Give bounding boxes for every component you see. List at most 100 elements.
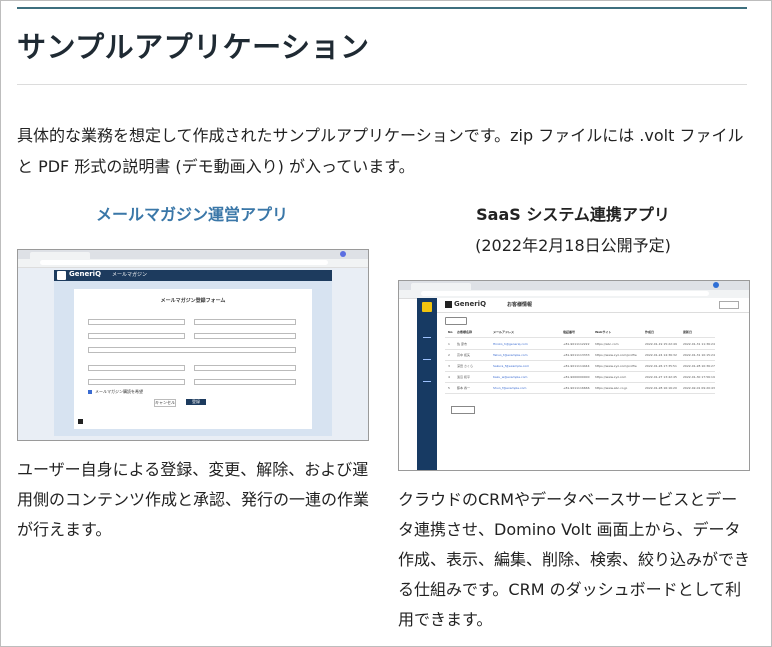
table-cell: 2022-01-31 10:15:24	[683, 353, 715, 357]
profile-icon	[340, 251, 346, 257]
country-select[interactable]	[88, 365, 185, 371]
form-title: メールマガジン登録フォーム	[160, 298, 226, 304]
column-header: No	[448, 330, 453, 334]
table-cell: 2022-01-28 16:16:20	[645, 386, 677, 390]
table-cell: +81-9011112222	[563, 342, 590, 346]
app-header: GeneriQ お客様情報	[437, 298, 749, 313]
customer-table: No お客様名称 メールアドレス 電話番号 Webサイト 作成日 更新日 1 佐 彦市 Hirok…	[445, 329, 715, 409]
app-release-date: (2022年2月18日公開予定)	[475, 236, 671, 255]
phone-field[interactable]	[194, 333, 296, 339]
nav-list-icon[interactable]	[423, 354, 431, 360]
table-cell: 2022-01-19 15:22:49	[645, 342, 677, 346]
name-field[interactable]	[88, 319, 185, 325]
table-row[interactable]: 4 渡辺 和平 Kazu_w@example.com +81-9000000000 ht…	[445, 374, 715, 383]
subscribe-checkbox[interactable]	[88, 390, 92, 394]
table-cell: 2022-01-26 17:35:51	[645, 364, 677, 368]
column-header: 電話番号	[563, 330, 576, 334]
browser-tab	[411, 283, 471, 290]
table-cell: +81-9000000000	[563, 375, 590, 379]
volt-logo-icon	[422, 302, 432, 312]
table-cell: 高中 拓矢	[457, 353, 470, 357]
saas-integration-description: クラウドのCRMやデータベースサービスとデータ連携させ、Domino Volt …	[398, 490, 751, 629]
app-title-saas-integration: SaaS システム連携アプリ	[476, 205, 670, 224]
table-cell: +81-9011113333	[563, 353, 590, 357]
table-cell: 藤本 春一	[457, 386, 470, 390]
table-cell: https://www.xyz.com/profile	[595, 364, 637, 368]
prefecture-select[interactable]	[194, 365, 296, 371]
table-row[interactable]: 2 高中 拓矢 Takuo_t@example.com +81-9011113333 h…	[445, 352, 715, 361]
city-field[interactable]	[88, 379, 185, 385]
nav-settings-icon[interactable]	[423, 376, 431, 382]
table-row[interactable]: 1 佐 彦市 Hiroko_h@generiq.com +81-9011112222 h…	[445, 341, 715, 350]
table-cell: 2022-01-31 11:36:24	[683, 342, 715, 346]
sidebar	[417, 298, 437, 470]
table-cell: 佐 彦市	[457, 342, 467, 346]
address-field	[421, 291, 709, 296]
app-title-mail-magazine[interactable]: メールマガジン運営アプリ	[17, 201, 367, 225]
table-cell: 2022-02-01 09:20:43	[683, 386, 715, 390]
form-card: メールマガジン登録フォーム メールマガジン購読を希望 キャンセル 登録	[74, 289, 312, 429]
top-accent-line	[17, 7, 747, 9]
table-cell: https://www.abc.co.jp	[595, 386, 628, 390]
table-cell: 2022-01-30 17:56:19	[683, 375, 715, 379]
intro-text: 具体的な業務を想定して作成されたサンプルアプリケーションです。zip ファイルに…	[17, 126, 744, 176]
title-divider	[17, 84, 747, 85]
table-cell: https://abc.com	[595, 342, 619, 346]
brand-label: GeneriQ	[454, 300, 487, 308]
address-input[interactable]	[88, 347, 296, 353]
page-title: サンプルアプリケーション	[17, 30, 370, 64]
brand-label: GeneriQ	[69, 270, 102, 278]
subscribe-checkbox-label: メールマガジン購読を希望	[95, 389, 143, 394]
brand-logo-icon	[445, 301, 452, 308]
profile-icon	[713, 282, 719, 288]
table-header-row: No お客様名称 メールアドレス 電話番号 Webサイト 作成日 更新日	[445, 329, 715, 338]
zip-field[interactable]	[194, 379, 296, 385]
table-cell: 深田 さくら	[457, 364, 473, 368]
address-field	[40, 260, 328, 265]
kana-field[interactable]	[194, 319, 296, 325]
table-row[interactable]: 3 深田 さくら Sakura_f@example.com +81-901111444…	[445, 363, 715, 372]
table-cell: 2022-01-28 10:36:27	[683, 364, 715, 368]
browser-tab-bar	[399, 281, 749, 290]
table-cell: Sakura_f@example.com	[493, 364, 530, 368]
cancel-button[interactable]: キャンセル	[154, 399, 176, 407]
browser-tab	[30, 252, 90, 259]
table-cell: 4	[448, 375, 450, 379]
search-button[interactable]	[445, 317, 467, 325]
mail-magazine-description: ユーザー自身による登録、変更、解除、および運用側のコンテンツ作成と承認、発行の一…	[17, 460, 370, 539]
table-cell: https://www.xyz.com/profile	[595, 353, 637, 357]
logout-button[interactable]	[719, 301, 739, 309]
table-cell: 1	[448, 342, 450, 346]
browser-tab-bar	[18, 250, 368, 259]
app-body: メールマガジン登録フォーム メールマガジン購読を希望 キャンセル 登録	[54, 281, 332, 436]
table-cell: 5	[448, 386, 450, 390]
table-cell: +81-9011114444	[563, 364, 590, 368]
table-cell: Takuo_t@example.com	[493, 353, 528, 357]
column-header: お客様名称	[457, 330, 473, 334]
email-field[interactable]	[88, 333, 185, 339]
column-header: 更新日	[683, 330, 693, 334]
screen-title: お客様情報	[507, 302, 533, 308]
table-cell: 2022-01-27 13:42:45	[645, 375, 677, 379]
column-header: Webサイト	[595, 330, 612, 334]
column-header: 作成日	[645, 330, 655, 334]
logo-icon	[57, 271, 66, 280]
table-cell: Shun_f@example.com	[493, 386, 527, 390]
submit-button[interactable]: 登録	[186, 399, 206, 405]
table-cell: https://www.xyz.com	[595, 375, 627, 379]
mail-magazine-screenshot: GeneriQ メールマガジン メールマガジン登録フォーム メールマガジン購読を…	[17, 249, 369, 441]
table-cell: 渡辺 和平	[457, 375, 470, 379]
nav-home-icon[interactable]	[423, 332, 431, 338]
table-cell: 2	[448, 353, 450, 357]
add-new-button[interactable]	[451, 406, 475, 414]
table-row[interactable]: 5 藤本 春一 Shun_f@example.com +81-9011116666 ht…	[445, 385, 715, 394]
saas-integration-screenshot: GeneriQ お客様情報 No お客様名称 メールアドレス 電話番号 Webサイト 作成…	[398, 280, 750, 471]
column-header: メールアドレス	[493, 330, 515, 334]
browser-address-bar	[18, 259, 368, 268]
table-cell: 2022-01-24 14:36:32	[645, 353, 677, 357]
app-name-label: メールマガジン	[112, 272, 148, 278]
table-cell: 3	[448, 364, 450, 368]
table-cell: Kazu_w@example.com	[493, 375, 528, 379]
app-header: GeneriQ メールマガジン	[54, 270, 332, 281]
footer-logo-icon	[78, 419, 83, 424]
